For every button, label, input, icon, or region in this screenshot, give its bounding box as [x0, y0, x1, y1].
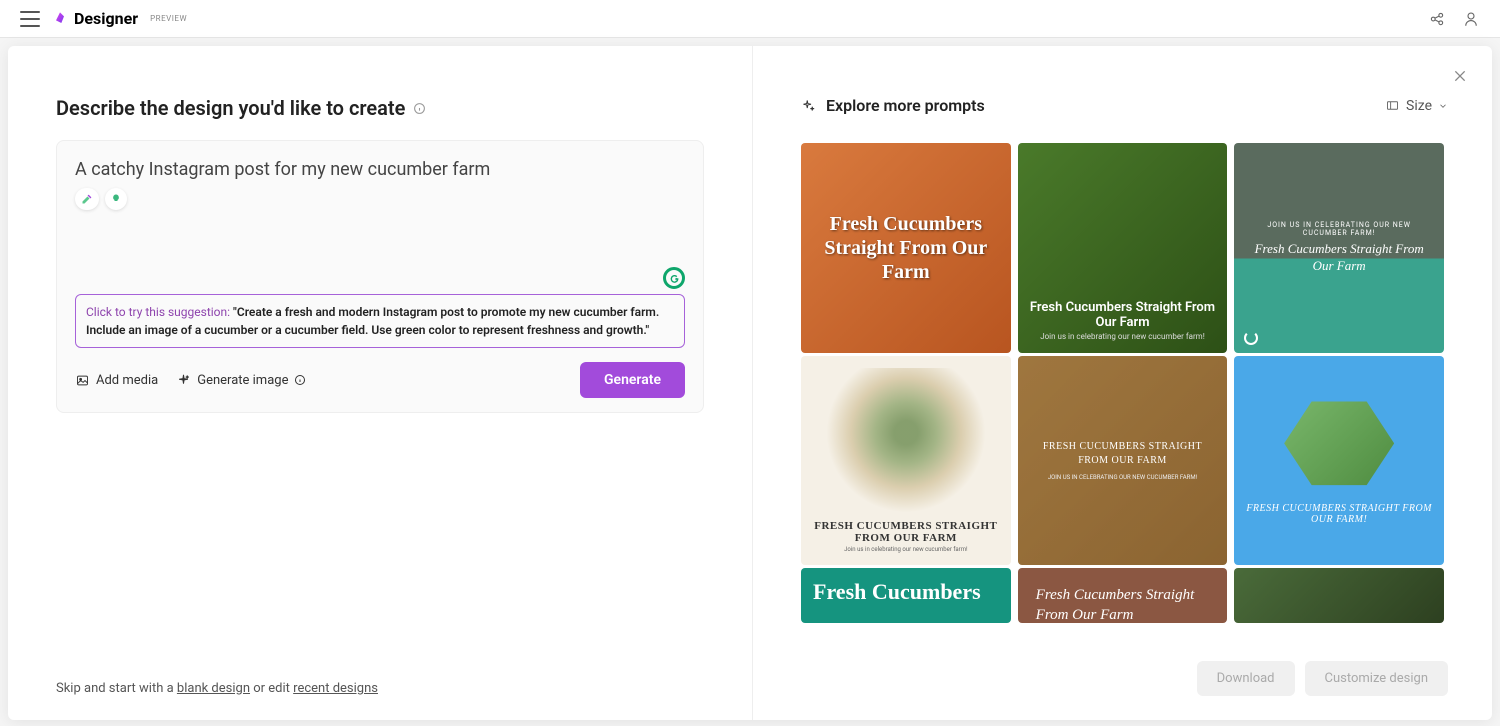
design-thumbnail[interactable]: Fresh Cucumbers Straight From Our Farm	[1018, 568, 1228, 623]
design-thumbnail[interactable]	[1234, 568, 1444, 623]
main-panel: Describe the design you'd like to create…	[8, 46, 1492, 720]
logo[interactable]: Designer	[52, 9, 138, 28]
highlighter-icon	[81, 193, 93, 205]
app-header: Designer PREVIEW	[0, 0, 1500, 38]
suggestion-box[interactable]: Click to try this suggestion: "Create a …	[75, 294, 685, 348]
preview-badge: PREVIEW	[150, 14, 187, 23]
explore-prompts-button[interactable]: Explore more prompts	[801, 96, 985, 115]
app-name: Designer	[74, 9, 138, 28]
recent-designs-link[interactable]: recent designs	[293, 681, 378, 696]
design-gallery: Fresh Cucumbers Straight From Our Farm F…	[801, 143, 1448, 623]
design-thumbnail[interactable]: FRESH CUCUMBERS STRAIGHT FROM OUR FARM!	[1234, 356, 1444, 566]
prompt-panel: Describe the design you'd like to create…	[8, 46, 752, 720]
prompt-text[interactable]: A catchy Instagram post for my new cucum…	[75, 159, 685, 180]
results-panel: Explore more prompts Size Fresh Cucumber…	[752, 46, 1492, 720]
suggestion-chip-highlight[interactable]	[75, 188, 99, 210]
skip-line: Skip and start with a blank design or ed…	[56, 681, 378, 696]
design-thumbnail[interactable]: FRESH CUCUMBERS STRAIGHT FROM OUR FARMJO…	[1018, 356, 1228, 566]
lightbulb-icon	[110, 193, 122, 205]
download-button[interactable]: Download	[1197, 661, 1295, 696]
prompt-heading: Describe the design you'd like to create	[56, 96, 704, 120]
design-thumbnail[interactable]: FRESH CUCUMBERS STRAIGHT FROM OUR FARMJo…	[801, 356, 1011, 566]
share-icon[interactable]	[1428, 10, 1446, 28]
suggestion-chip-idea[interactable]	[105, 188, 127, 210]
blank-design-link[interactable]: blank design	[177, 681, 250, 696]
design-thumbnail[interactable]: Fresh Cucumbers Straight From Our FarmJo…	[1018, 143, 1228, 353]
add-media-button[interactable]: Add media	[75, 373, 158, 388]
info-icon	[294, 374, 306, 386]
generate-button[interactable]: Generate	[580, 362, 685, 398]
sparkle-icon	[176, 373, 191, 388]
logo-icon	[52, 11, 68, 27]
design-thumbnail[interactable]: JOIN US IN CELEBRATING OUR NEW CUCUMBER …	[1234, 143, 1444, 353]
user-icon[interactable]	[1462, 10, 1480, 28]
design-thumbnail[interactable]: Fresh Cucumbers	[801, 568, 1011, 623]
prompt-input-box[interactable]: A catchy Instagram post for my new cucum…	[56, 140, 704, 413]
hamburger-menu-button[interactable]	[20, 11, 40, 27]
suggestion-prefix: Click to try this suggestion:	[86, 305, 233, 319]
customize-design-button[interactable]: Customize design	[1305, 661, 1448, 696]
generate-image-button[interactable]: Generate image	[176, 373, 306, 388]
loading-spinner	[1244, 331, 1258, 345]
size-icon	[1385, 98, 1400, 113]
chevron-down-icon	[1438, 101, 1448, 111]
design-thumbnail[interactable]: Fresh Cucumbers Straight From Our Farm	[801, 143, 1011, 353]
sparkle-icon	[801, 98, 816, 113]
grammarly-icon[interactable]	[663, 267, 685, 289]
info-icon[interactable]	[413, 102, 426, 115]
size-dropdown[interactable]: Size	[1385, 98, 1448, 114]
close-icon[interactable]	[1452, 68, 1468, 84]
media-icon	[75, 373, 90, 388]
